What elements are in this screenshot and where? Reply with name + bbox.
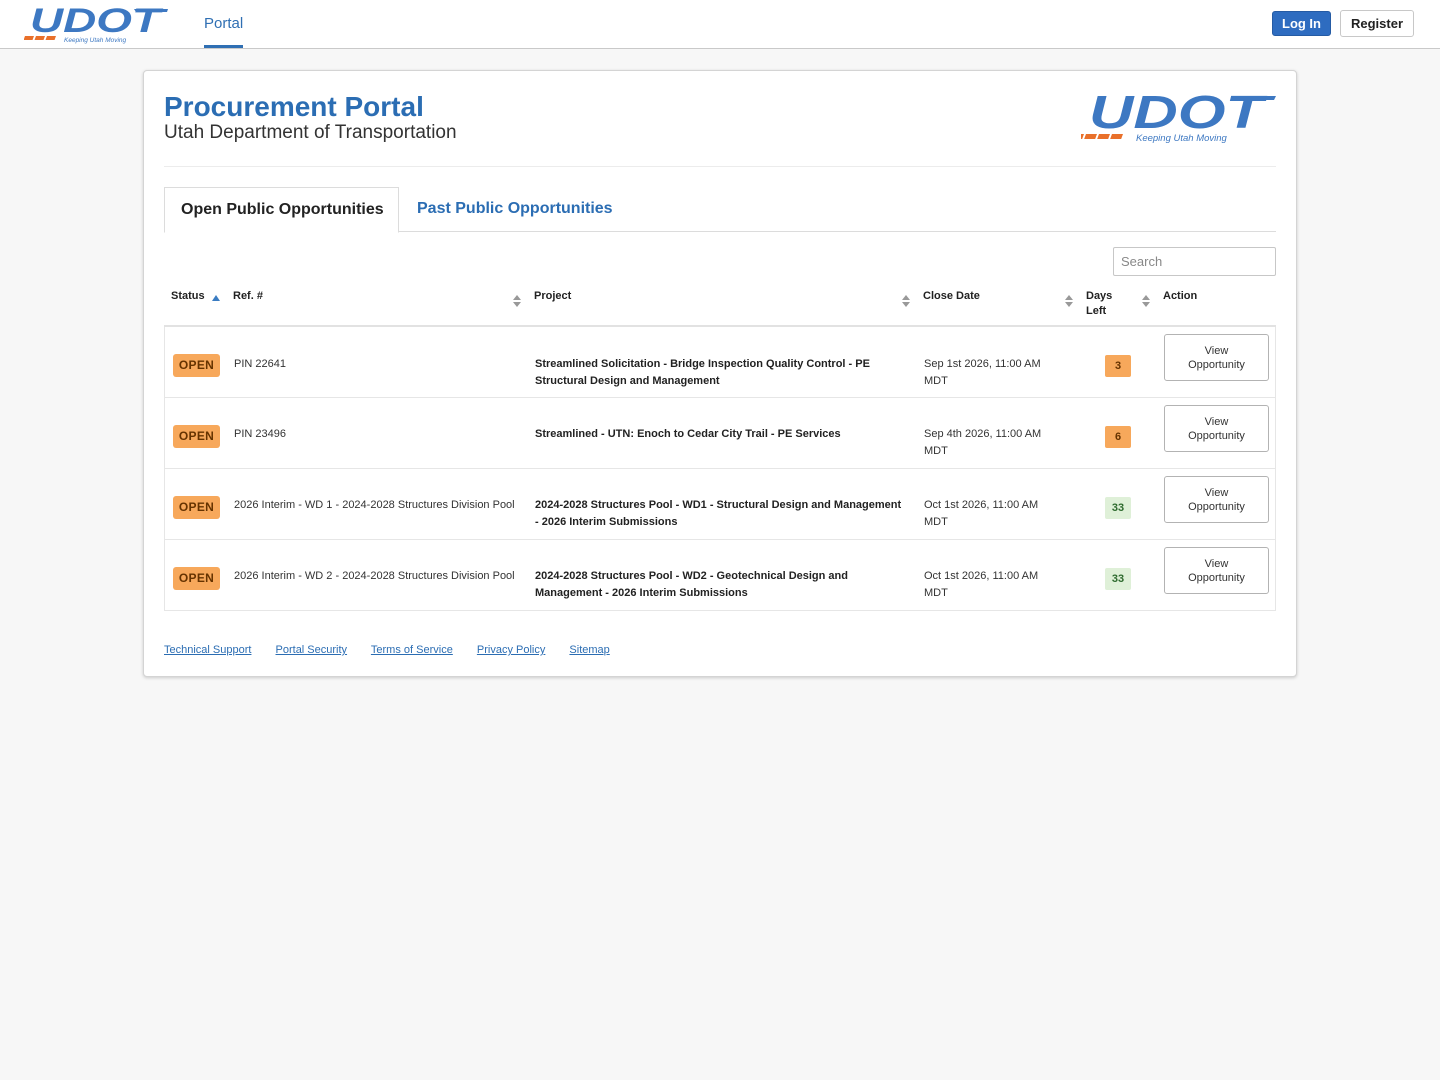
table-header: Status Ref. # Project Close Date Days Lef… (164, 281, 1276, 327)
days-left-badge: 6 (1105, 426, 1131, 448)
page-title: Procurement Portal (164, 91, 424, 122)
view-opportunity-button[interactable]: View Opportunity (1164, 405, 1269, 452)
footer-link-terms-of-service[interactable]: Terms of Service (371, 644, 453, 656)
project-name: Streamlined Solicitation - Bridge Inspec… (535, 358, 870, 387)
sort-icon[interactable] (1142, 295, 1150, 309)
days-left-badge: 3 (1105, 355, 1131, 377)
close-date: Sep 4th 2026, 11:00 AM MDT (924, 428, 1042, 457)
svg-text:Keeping Utah Moving: Keeping Utah Moving (64, 37, 127, 44)
table-row: OPEN PIN 22641 Streamlined Solicitation … (165, 327, 1275, 398)
column-header-ref[interactable]: Ref. # (233, 289, 263, 304)
table-row: OPEN 2026 Interim - WD 2 - 2024-2028 Str… (165, 540, 1275, 610)
top-navbar: UDOT Keeping Utah Moving Portal Log In R… (0, 0, 1440, 49)
ref-number: PIN 22641 (234, 358, 286, 370)
sort-icon[interactable] (513, 295, 521, 309)
svg-text:UDOT: UDOT (30, 3, 164, 40)
table-row: OPEN PIN 23496 Streamlined - UTN: Enoch … (165, 398, 1275, 469)
table-row: OPEN 2026 Interim - WD 1 - 2024-2028 Str… (165, 469, 1275, 540)
footer-link-portal-security[interactable]: Portal Security (276, 644, 348, 656)
ref-number: PIN 23496 (234, 428, 286, 440)
udot-logo-graphic: UDOT Keeping Utah Moving (12, 2, 168, 44)
close-date: Oct 1st 2026, 11:00 AM MDT (924, 570, 1039, 599)
nav-tab-active-indicator (204, 45, 244, 48)
tab-open-opportunities[interactable]: Open Public Opportunities (164, 187, 399, 233)
view-opportunity-button[interactable]: View Opportunity (1164, 476, 1269, 523)
sort-icon[interactable] (1065, 295, 1073, 309)
header-divider (164, 166, 1276, 167)
register-button[interactable]: Register (1340, 10, 1414, 37)
udot-card-logo-graphic: UDOT Keeping Utah Moving (1071, 86, 1276, 144)
nav-tab-portal-label: Portal (204, 15, 244, 32)
opportunities-table: Status Ref. # Project Close Date Days Lef… (164, 281, 1276, 611)
search-input[interactable] (1113, 247, 1276, 276)
main-card: Procurement Portal Utah Department of Tr… (143, 70, 1297, 677)
days-left-badge: 33 (1105, 497, 1131, 519)
column-header-project[interactable]: Project (534, 289, 571, 304)
tab-past-opportunities[interactable]: Past Public Opportunities (417, 200, 613, 218)
udot-card-logo: UDOT Keeping Utah Moving (1071, 86, 1277, 146)
column-header-days-left[interactable]: Days Left (1086, 289, 1112, 319)
view-opportunity-button[interactable]: View Opportunity (1164, 547, 1269, 594)
column-header-action: Action (1163, 290, 1198, 302)
column-header-status[interactable]: Status (171, 289, 205, 304)
nav-tab-portal[interactable]: Portal (204, 0, 244, 48)
footer-links: Technical Support Portal Security Terms … (164, 644, 631, 656)
ref-number: 2026 Interim - WD 1 - 2024-2028 Structur… (234, 499, 515, 511)
footer-link-technical-support[interactable]: Technical Support (164, 644, 251, 656)
footer-link-sitemap[interactable]: Sitemap (569, 644, 609, 656)
close-date: Sep 1st 2026, 11:00 AM MDT (924, 358, 1041, 387)
ref-number: 2026 Interim - WD 2 - 2024-2028 Structur… (234, 570, 515, 582)
days-left-badge: 33 (1105, 568, 1131, 590)
svg-text:Keeping Utah Moving: Keeping Utah Moving (1136, 133, 1228, 144)
project-name: 2024-2028 Structures Pool - WD1 - Struct… (535, 499, 902, 528)
project-name: Streamlined - UTN: Enoch to Cedar City T… (535, 428, 841, 440)
sort-icon[interactable] (902, 295, 910, 309)
status-badge: OPEN (173, 425, 220, 448)
status-badge: OPEN (173, 354, 220, 377)
table-body: OPEN PIN 22641 Streamlined Solicitation … (164, 327, 1276, 611)
status-badge: OPEN (173, 567, 220, 590)
login-button[interactable]: Log In (1272, 11, 1331, 36)
status-badge: OPEN (173, 496, 220, 519)
view-opportunity-button[interactable]: View Opportunity (1164, 334, 1269, 381)
close-date: Oct 1st 2026, 11:00 AM MDT (924, 499, 1039, 528)
page-subtitle: Utah Department of Transportation (164, 122, 457, 143)
column-header-close-date[interactable]: Close Date (923, 289, 980, 304)
footer-link-privacy-policy[interactable]: Privacy Policy (477, 644, 545, 656)
udot-logo[interactable]: UDOT Keeping Utah Moving (12, 2, 170, 45)
project-name: 2024-2028 Structures Pool - WD2 - Geotec… (535, 570, 848, 599)
sort-ascending-icon[interactable] (212, 295, 220, 301)
